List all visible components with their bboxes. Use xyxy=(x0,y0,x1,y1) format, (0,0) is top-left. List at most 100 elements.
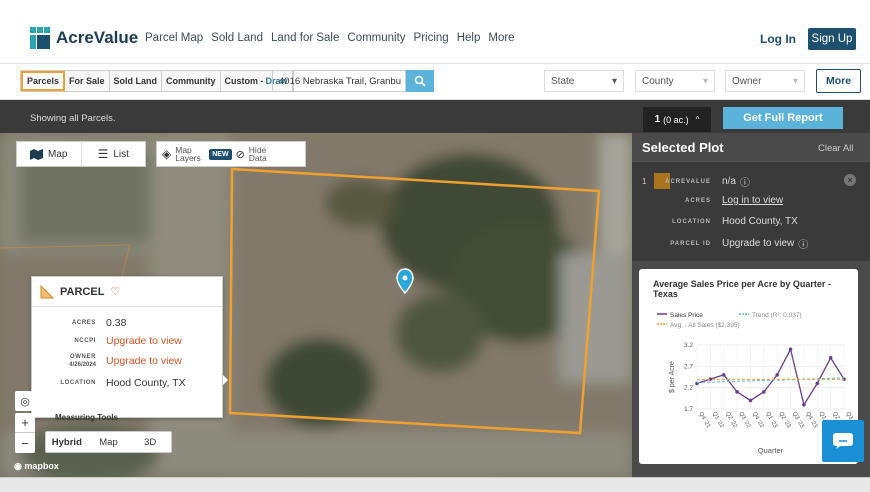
x-tick-label: Q3 '22 xyxy=(737,411,751,430)
x-tick-label: Q4 '22 xyxy=(751,411,765,430)
close-icon[interactable]: × xyxy=(844,174,856,186)
owner-select[interactable]: Owner ▾ xyxy=(725,70,805,92)
y-axis-label: $ per Acre xyxy=(669,361,676,393)
mapbox-attribution[interactable]: ◉ mapbox xyxy=(14,461,59,472)
info-icon[interactable]: ⓘ xyxy=(798,236,808,251)
heart-icon[interactable]: ♡ xyxy=(110,285,120,298)
legend-label: Avg. - All Sales ($2,395) xyxy=(670,322,740,329)
tab-parcels[interactable]: Parcels xyxy=(21,71,66,91)
bottom-strip xyxy=(0,477,870,492)
popup-caret xyxy=(223,375,228,385)
series-line xyxy=(696,347,845,407)
map-layers-button[interactable]: ◈ Map Layers xyxy=(157,146,205,163)
y-tick-label: 3.2 xyxy=(684,342,693,349)
y-tick-label: 1.7 xyxy=(684,406,693,413)
chat-button[interactable] xyxy=(822,420,864,462)
y-tick-label: 2.7 xyxy=(684,363,693,370)
nav-pricing[interactable]: Pricing xyxy=(414,32,449,44)
panel-title: Selected Plot xyxy=(642,140,724,155)
filter-bar: Parcels For Sale Sold Land Community Cus… xyxy=(0,64,870,100)
parcel-icon xyxy=(40,284,54,298)
x-tick-label: Q2 '23 xyxy=(777,411,791,430)
data-point xyxy=(802,402,806,407)
legend-label: Sales Price xyxy=(670,312,703,319)
search-icon xyxy=(414,75,426,87)
zoom-control: + − xyxy=(15,413,35,453)
clear-all-link[interactable]: Clear All xyxy=(818,143,853,154)
x-tick-label: Q4 '23 xyxy=(804,411,818,430)
layers-icon: ◈ xyxy=(162,147,172,161)
satellite-map[interactable]: Map ☰ List ◈ Map Layers NEW ⊘ Hide Data … xyxy=(0,133,632,477)
chevron-down-icon: ▾ xyxy=(611,75,617,87)
hide-data-button[interactable]: ⊘ Hide Data xyxy=(235,146,273,163)
data-point xyxy=(721,373,726,377)
map-type-hybrid[interactable]: Hybrid xyxy=(46,432,88,452)
county-select[interactable]: County ▾ xyxy=(635,70,715,92)
parcel-acres: 0.38 xyxy=(106,317,127,329)
data-point xyxy=(788,347,793,352)
selected-count-tab[interactable]: 1 (0 ac.) ^ xyxy=(643,107,711,132)
info-icon[interactable]: ⓘ xyxy=(740,174,750,189)
chevron-down-icon: ▾ xyxy=(792,75,798,87)
list-icon: ☰ xyxy=(97,147,109,161)
map-controls-bar: ◈ Map Layers NEW ⊘ Hide Data xyxy=(156,141,306,167)
login-link[interactable]: Log In xyxy=(760,32,796,46)
map-icon xyxy=(30,148,44,160)
tab-for-sale[interactable]: For Sale xyxy=(65,71,110,91)
main-nav: Parcel Map Sold Land Land for Sale Commu… xyxy=(145,32,515,44)
showing-text: Showing all Parcels. xyxy=(30,113,116,124)
list-view-button[interactable]: ☰ List xyxy=(80,142,146,166)
nav-help[interactable]: Help xyxy=(457,32,481,44)
measuring-tools[interactable]: Measuring Tools xyxy=(55,413,118,422)
data-point xyxy=(735,390,739,394)
x-tick-label: Q1 '23 xyxy=(764,411,778,430)
crosshair-icon: ◎ xyxy=(20,395,30,408)
parcel-popup: PARCEL ♡ ACRES 0.38 NCCPI Upgrade to vie… xyxy=(31,276,223,418)
eye-off-icon: ⊘ xyxy=(235,148,245,161)
locate-button[interactable]: ◎ xyxy=(15,391,35,411)
chevron-down-icon: ▾ xyxy=(702,75,708,87)
get-full-report-button[interactable]: Get Full Report xyxy=(723,107,843,129)
state-select[interactable]: State ▾ xyxy=(544,70,624,92)
nav-land-for-sale[interactable]: Land for Sale xyxy=(271,32,339,44)
top-nav: AcreValue Parcel Map Sold Land Land for … xyxy=(0,0,870,64)
zoom-out-button[interactable]: − xyxy=(15,433,35,453)
plot-details: 1 × ACREVALUE n/a ⓘ ACRES Log in to view… xyxy=(632,161,870,261)
logo-text: AcreValue xyxy=(56,28,139,47)
map-view-button[interactable]: Map xyxy=(17,142,81,166)
map-type-map[interactable]: Map xyxy=(88,432,130,452)
x-tick-label: Q2 '22 xyxy=(724,411,738,430)
data-point xyxy=(762,390,766,394)
parcel-id-upgrade-link[interactable]: Upgrade to view xyxy=(722,238,794,249)
chevron-up-icon: ^ xyxy=(695,115,700,124)
address-search-input[interactable]: 4016 Nebraska Trail, Granbu xyxy=(272,70,406,92)
data-point xyxy=(748,398,753,403)
acrevalue-value: n/a xyxy=(722,176,736,187)
parcel-location: Hood County, TX xyxy=(106,377,186,389)
more-filters-button[interactable]: More xyxy=(816,69,861,93)
nav-sold-land[interactable]: Sold Land xyxy=(211,32,263,44)
chat-icon xyxy=(833,433,853,449)
nav-community[interactable]: Community xyxy=(347,32,405,44)
x-tick-label: Q3 '23 xyxy=(791,411,805,430)
search-button[interactable] xyxy=(406,70,434,92)
acrevalue-logo[interactable]: AcreValue xyxy=(30,27,138,49)
map-list-toggle: Map ☰ List xyxy=(16,141,146,167)
map-type-switcher: Hybrid Map 3D xyxy=(45,431,172,453)
tab-sold-land[interactable]: Sold Land xyxy=(110,71,163,91)
owner-upgrade-link[interactable]: Upgrade to view xyxy=(106,355,182,367)
data-point xyxy=(815,381,820,386)
nav-more[interactable]: More xyxy=(488,32,514,44)
nccpi-upgrade-link[interactable]: Upgrade to view xyxy=(106,335,182,347)
zoom-in-button[interactable]: + xyxy=(15,413,35,433)
acres-login-link[interactable]: Log in to view xyxy=(722,195,783,206)
mapbox-logo-icon: ◉ xyxy=(14,461,22,471)
nav-parcel-map[interactable]: Parcel Map xyxy=(145,32,203,44)
logo-icon xyxy=(30,27,50,49)
map-type-3d[interactable]: 3D xyxy=(129,432,171,452)
plot-location: Hood County, TX xyxy=(722,216,798,227)
signup-button[interactable]: Sign Up xyxy=(808,28,856,50)
data-point xyxy=(828,356,833,360)
new-badge: NEW xyxy=(209,148,232,160)
tab-community[interactable]: Community xyxy=(162,71,221,91)
